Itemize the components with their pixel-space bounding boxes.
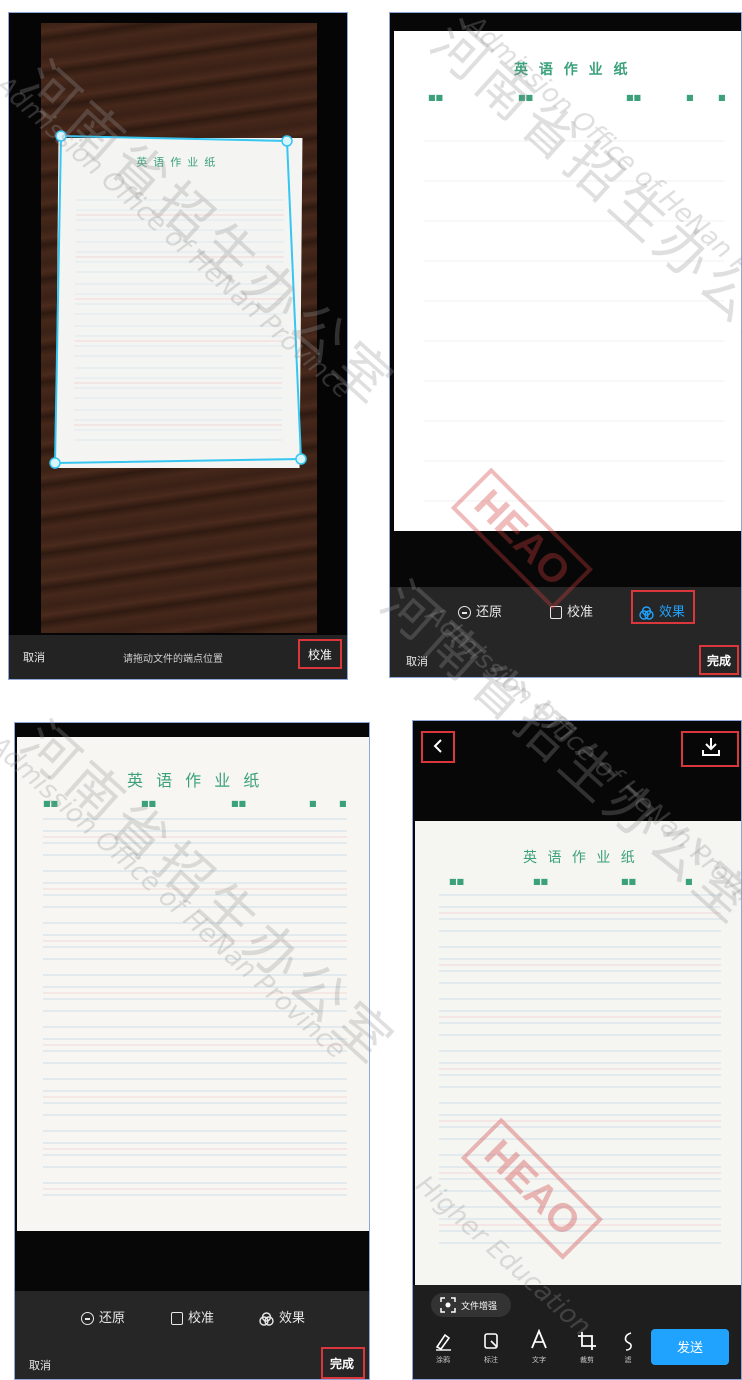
bottom-toolbar: 还原 校准 效果 取消 完成 [390,587,741,677]
effect-button[interactable]: 效果 [639,601,685,620]
faint-lines [424,140,724,502]
done-button[interactable]: 完成 [330,1355,354,1372]
chevron-left-icon [433,739,442,753]
blend-circles-icon [259,1311,274,1326]
download-button[interactable] [699,735,723,759]
tool-label: 涂鸦 [436,1356,450,1364]
tool-doodle[interactable]: 涂鸦 [431,1331,455,1371]
drag-hint-text: 请拖动文件的端点位置 [123,654,223,665]
bottom-toolbar: 还原 校准 效果 取消 完成 [15,1291,369,1379]
enhance-chip-label: 文件增强 [461,1302,498,1312]
tool-label: 文字 [532,1356,546,1364]
send-label: 发送 [676,1341,703,1356]
panel-document-result: 英 语 作 业 纸 ■■ ■■ ■■ ■ 文件增强 涂鸦 标注 文字 裁剪 滤 … [412,720,742,1380]
text-icon [531,1328,547,1349]
send-button[interactable]: 发送 [651,1329,729,1365]
blend-circles-icon [639,605,654,620]
annotate-icon [484,1333,498,1349]
cancel-button[interactable]: 取消 [23,649,45,665]
document-icon [171,1312,183,1325]
cancel-button[interactable]: 取消 [406,653,428,669]
effect-label: 效果 [279,1311,306,1326]
edit-toolbar: 文件增强 涂鸦 标注 文字 裁剪 滤 发送 [413,1285,741,1379]
crop-handle-top-left [55,130,67,142]
calibrate-button[interactable]: 校准 [308,646,332,663]
tool-crop[interactable]: 裁剪 [575,1331,599,1371]
scanned-document: 英 语 作 业 纸 ■■ ■■ ■■ ■ ■ [394,31,741,531]
tool-filter[interactable]: 滤 [621,1331,635,1371]
restore-button[interactable]: 还原 [81,1307,125,1326]
restore-button[interactable]: 还原 [458,601,502,620]
crop-quadrilateral[interactable] [9,13,348,680]
pen-icon [435,1333,451,1351]
effect-button[interactable]: 效果 [259,1307,305,1326]
tool-label: 裁剪 [580,1356,594,1364]
document-enhance-chip[interactable]: 文件增强 [431,1293,511,1317]
panel-enhanced-preview: 英 语 作 业 纸 ■■ ■■ ■■ ■ ■ 还原 校准 效果 取消 完成 [14,722,370,1380]
done-button[interactable]: 完成 [707,652,731,669]
ruled-lines [43,818,347,1196]
calibrate-button[interactable]: 校准 [171,1307,214,1326]
tool-text[interactable]: 文字 [527,1328,551,1371]
cancel-button[interactable]: 取消 [29,1357,51,1373]
bottom-bar: 取消 请拖动文件的端点位置 校准 [9,635,347,679]
scanned-document: 英 语 作 业 纸 ■■ ■■ ■■ ■ ■ [17,737,369,1231]
crop-icon [578,1332,596,1350]
panel-crop-adjust: 英语作业纸 取消 请拖动文件的端点位置 校准 [8,12,348,680]
tool-label: 滤 [624,1356,632,1364]
minus-circle-icon [81,1312,94,1325]
minus-circle-icon [458,606,471,619]
scan-enhance-icon [440,1297,456,1313]
calibrate-label: 校准 [567,605,594,620]
restore-label: 还原 [476,605,503,620]
crop-handle-top-right [281,135,293,147]
tool-annotate[interactable]: 标注 [479,1331,503,1371]
crop-handle-bottom-left [49,457,61,469]
download-icon [702,738,720,756]
back-button[interactable] [427,735,449,757]
filter-icon [624,1332,632,1351]
crop-handle-bottom-right [295,453,307,465]
tool-label: 标注 [484,1356,498,1364]
restore-label: 还原 [99,1311,126,1326]
calibrate-label: 校准 [188,1311,215,1326]
effect-label: 效果 [659,605,686,620]
